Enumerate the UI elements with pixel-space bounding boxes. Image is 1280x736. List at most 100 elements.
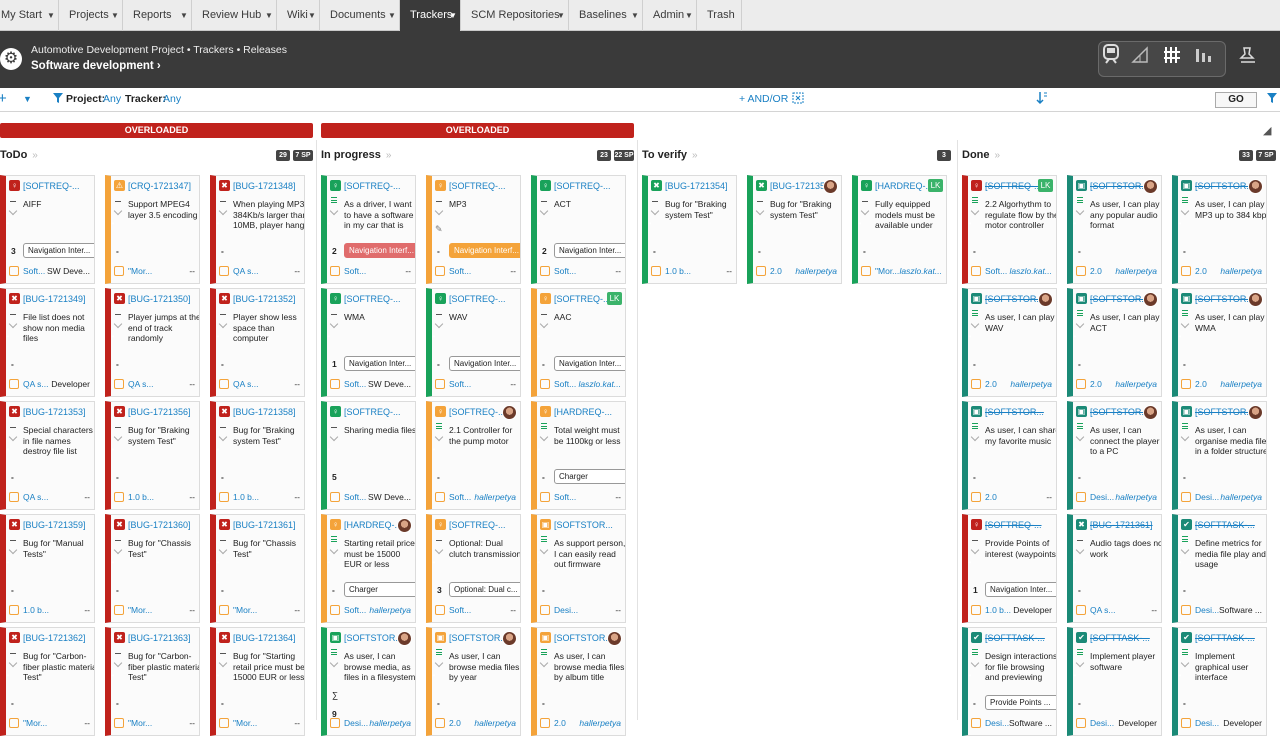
avatar[interactable] — [607, 631, 622, 646]
epic-tag[interactable]: Navigation Inter... — [449, 356, 520, 371]
drag-handle-icon[interactable]: ••• — [216, 672, 219, 680]
issue-id-link[interactable]: [SOFTREQ-... — [449, 407, 506, 417]
epic-tag[interactable]: Optional: Dual c... — [449, 582, 520, 597]
issue-id-link[interactable]: [BUG-1721361] — [233, 520, 296, 530]
avatar[interactable] — [1143, 179, 1158, 194]
issue-id-link[interactable]: [SOFTSTOR... — [1090, 294, 1149, 304]
drag-handle-icon[interactable]: ••• — [327, 333, 330, 341]
chevron-down-icon[interactable] — [434, 545, 444, 555]
issue-id-link[interactable]: [BUG-1721353] — [23, 407, 86, 417]
drag-handle-icon[interactable]: ••• — [432, 220, 435, 228]
chevron-down-icon[interactable] — [1075, 206, 1085, 216]
drag-handle-icon[interactable]: ••• — [6, 220, 9, 228]
breadcrumb[interactable]: Automotive Development Project • Tracker… — [31, 44, 287, 56]
drag-handle-icon[interactable]: ••• — [1178, 559, 1181, 567]
drag-handle-icon[interactable]: ••• — [1073, 333, 1076, 341]
assignee-label[interactable]: hallerpetya — [1220, 379, 1262, 389]
issue-id-link[interactable]: [SOFTSTOR... — [985, 294, 1044, 304]
chevron-down-icon[interactable] — [1180, 432, 1190, 442]
chevron-down-icon[interactable] — [1075, 432, 1085, 442]
issue-card[interactable]: ••• ✖ [BUG-1721349] File list does not show… — [0, 288, 95, 397]
drag-handle-icon[interactable]: ••• — [327, 220, 330, 228]
release-link[interactable]: 2.0 — [985, 492, 997, 502]
chevron-down-icon[interactable] — [970, 432, 980, 442]
issue-id-link[interactable]: [SOFTREQ-... — [344, 407, 401, 417]
release-link[interactable]: "Mor... — [875, 266, 899, 276]
issue-card[interactable]: ••• ✖ [BUG-1721350] Player jumps at the end… — [105, 288, 200, 397]
chevron-down-icon[interactable] — [1075, 545, 1085, 555]
chevron-down-icon[interactable] — [1075, 319, 1085, 329]
chevron-down-icon[interactable] — [113, 658, 123, 668]
drag-handle-icon[interactable]: ••• — [968, 672, 971, 680]
column-title[interactable]: Done » — [962, 149, 1000, 161]
nav-tab-baselines[interactable]: Baselines ▼ — [569, 0, 643, 31]
chevron-down-icon[interactable] — [970, 206, 980, 216]
avatar[interactable] — [397, 518, 412, 533]
chevron-down-icon[interactable] — [218, 319, 228, 329]
issue-id-link[interactable]: [SOFTTASK-... — [1195, 633, 1255, 643]
assignee-label[interactable]: hallerpetya — [1115, 266, 1157, 276]
issue-id-link[interactable]: [BUG-1721363] — [128, 633, 191, 643]
issue-card[interactable]: ••• ♀ [SOFTREQ-... MP3 ✎ - Navigation Interf..… — [426, 175, 521, 284]
issue-card[interactable]: ••• ✖ [BUG-1721359] Bug for "Manual Tests" -… — [0, 514, 95, 623]
issue-card[interactable]: ••• ♀ [SOFTREQ-... Sharing media files 5 Soft… — [321, 401, 416, 510]
chevron-down-icon[interactable] — [539, 432, 549, 442]
collapse-icon[interactable]: » — [692, 150, 698, 161]
issue-id-link[interactable]: [SOFTSTOR... — [344, 633, 403, 643]
issue-card[interactable]: ••• ▣ [SOFTSTOR... As user, I can play MP3 … — [1172, 175, 1267, 284]
avatar[interactable] — [1143, 405, 1158, 420]
chevron-down-icon[interactable] — [218, 658, 228, 668]
assignee-label[interactable]: laszlo.kat... — [899, 266, 942, 276]
issue-card[interactable]: ••• ♀ [SOFTREQ-... LK 2.2 Algorhythm to regu… — [962, 175, 1057, 284]
release-link[interactable]: Desi... — [1090, 492, 1114, 502]
drag-handle-icon[interactable]: ••• — [6, 333, 9, 341]
release-link[interactable]: Soft... — [449, 379, 471, 389]
issue-card[interactable]: ••• ✖ [BUG-1721354] Bug for "Braking system… — [642, 175, 737, 284]
issue-card[interactable]: ••• ▣ [SOFTSTOR... As support person, I can… — [531, 514, 626, 623]
release-link[interactable]: Soft... — [449, 605, 471, 615]
chevron-down-icon[interactable]: ▼ — [449, 0, 457, 31]
chevron-down-icon[interactable] — [1180, 545, 1190, 555]
drag-handle-icon[interactable]: ••• — [648, 220, 651, 228]
chevron-down-icon[interactable]: ▼ — [631, 0, 639, 31]
drag-handle-icon[interactable]: ••• — [111, 672, 114, 680]
ramp-icon[interactable] — [1125, 41, 1155, 77]
issue-id-link[interactable]: [SOFTREQ-... — [344, 294, 401, 304]
assignee-label[interactable]: hallerpetya — [369, 605, 411, 615]
issue-card[interactable]: ••• ✖ [BUG-1721348] When playing MP3 384Kb/… — [210, 175, 305, 284]
issue-card[interactable]: ••• ✖ [BUG-1721352] Player show less space … — [210, 288, 305, 397]
drag-handle-icon[interactable]: ••• — [1073, 220, 1076, 228]
collapse-icon[interactable]: » — [386, 150, 392, 161]
issue-id-link[interactable]: [SOFTREQ-... — [554, 294, 611, 304]
nav-tab-projects[interactable]: Projects ▼ — [59, 0, 123, 31]
chevron-down-icon[interactable] — [1180, 658, 1190, 668]
drag-handle-icon[interactable]: ••• — [327, 559, 330, 567]
release-link[interactable]: Soft... — [23, 266, 45, 276]
assignee-initials-badge[interactable]: LK — [1038, 179, 1053, 192]
train-icon[interactable] — [1096, 41, 1126, 77]
issue-id-link[interactable]: [SOFTSTOR... — [1195, 294, 1254, 304]
assignee-label[interactable]: hallerpetya — [1115, 492, 1157, 502]
epic-tag[interactable]: Navigation Inter... — [554, 243, 625, 258]
avatar[interactable] — [1248, 405, 1263, 420]
issue-id-link[interactable]: [HARDREQ-... — [554, 407, 612, 417]
chevron-down-icon[interactable] — [8, 545, 18, 555]
issue-id-link[interactable]: [SOFTSTOR... — [1090, 407, 1149, 417]
issue-card[interactable]: ••• ✖ [BUG-1721353] Special characters in f… — [0, 401, 95, 510]
drag-handle-icon[interactable]: ••• — [1178, 446, 1181, 454]
release-link[interactable]: Soft... — [344, 379, 366, 389]
issue-card[interactable]: ••• ✖ [BUG-1721356] Bug for "Braking system… — [105, 401, 200, 510]
nav-tab-my-start[interactable]: My Start ▼ — [0, 0, 59, 31]
chevron-down-icon[interactable] — [329, 658, 339, 668]
release-link[interactable]: "Mor... — [128, 605, 152, 615]
chevron-down-icon[interactable] — [8, 206, 18, 216]
epic-tag[interactable]: Navigation Interf... — [449, 243, 520, 258]
issue-card[interactable]: ••• ♀ [HARDREQ-... Starting retail price mu… — [321, 514, 416, 623]
release-link[interactable]: "Mor... — [128, 266, 152, 276]
drag-handle-icon[interactable]: ••• — [111, 446, 114, 454]
issue-id-link[interactable]: [SOFTREQ-... — [449, 520, 506, 530]
add-button[interactable]: + — [0, 90, 7, 107]
chevron-down-icon[interactable] — [113, 545, 123, 555]
drag-handle-icon[interactable]: ••• — [216, 220, 219, 228]
drag-handle-icon[interactable]: ••• — [111, 559, 114, 567]
